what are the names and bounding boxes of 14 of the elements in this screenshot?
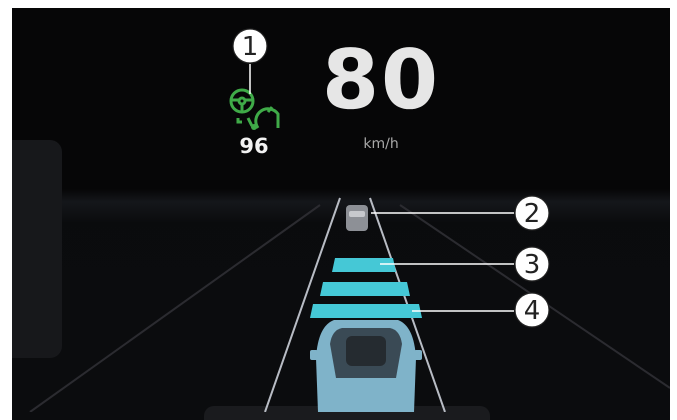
callout-number: 1 [242, 32, 258, 62]
speed-value: 80 [322, 40, 440, 122]
callout-circle [514, 292, 550, 328]
leader-line [249, 64, 251, 94]
speed-unit: km/h [363, 136, 399, 152]
callout-circle [514, 246, 550, 282]
callout-circle [514, 195, 550, 231]
callout-circle [232, 28, 268, 64]
steering-wheel-gauge-icon [228, 88, 280, 132]
callout-number: 3 [524, 250, 540, 280]
lead-vehicle-icon [346, 205, 368, 231]
callout-number: 2 [524, 199, 540, 229]
callout-number: 4 [524, 296, 540, 326]
set-speed: 96 [239, 134, 269, 158]
